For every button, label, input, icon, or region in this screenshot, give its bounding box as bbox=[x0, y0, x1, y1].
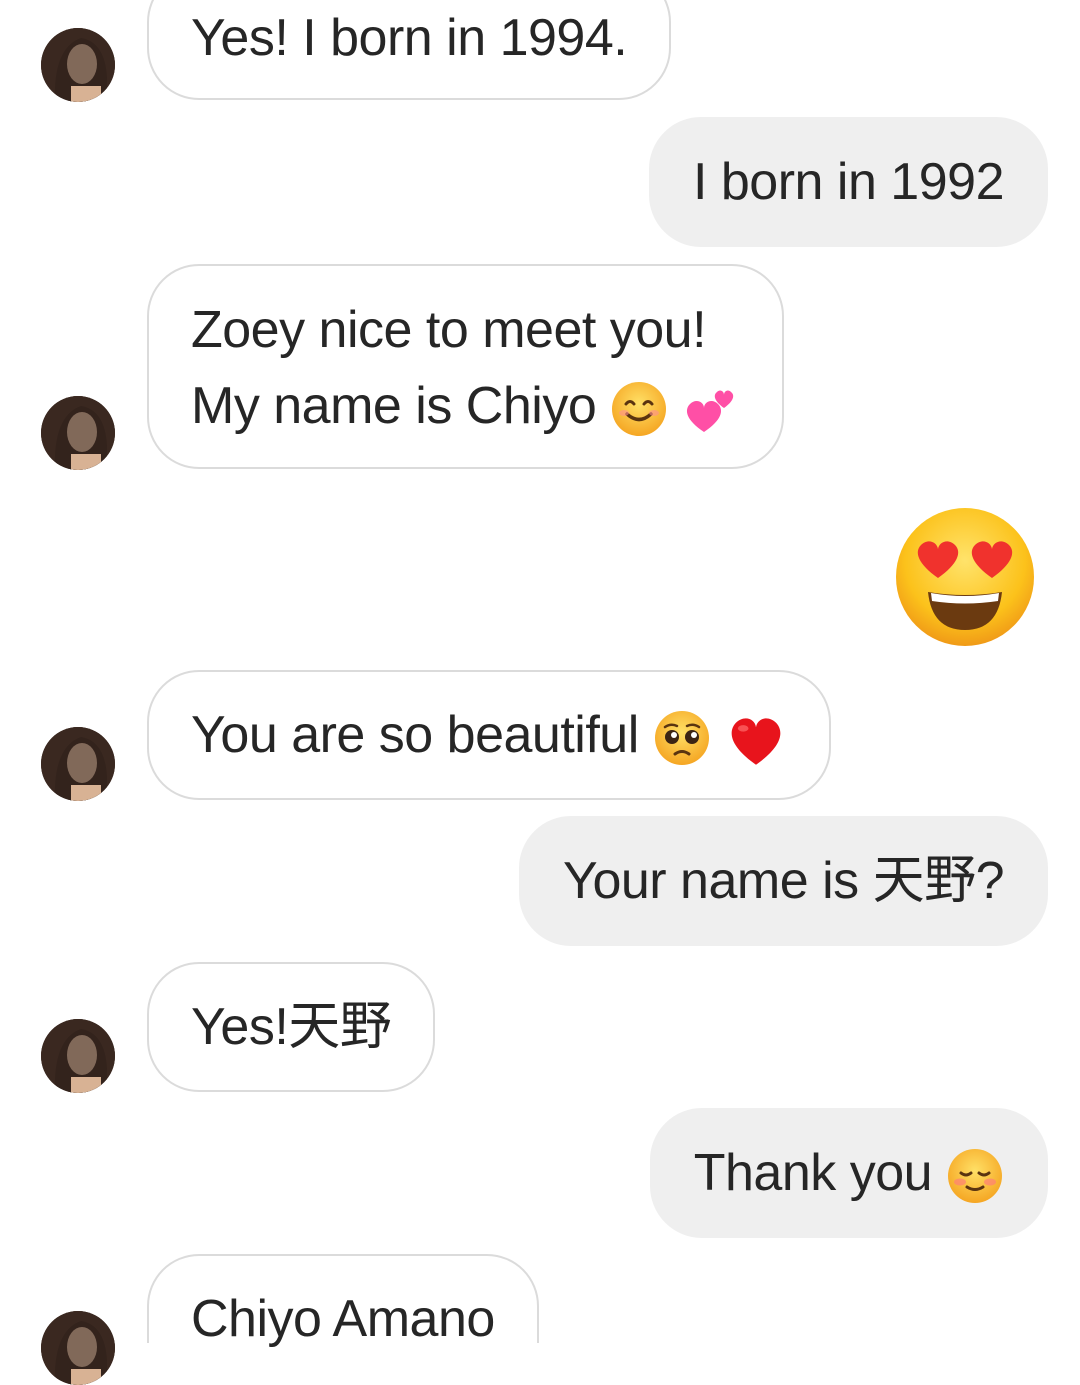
avatar[interactable] bbox=[41, 1019, 115, 1093]
message-bubble-outgoing[interactable]: Your name is 天野? bbox=[519, 816, 1048, 946]
message-bubble-incoming[interactable]: Chiyo Amano bbox=[147, 1254, 539, 1348]
message-bubble-incoming[interactable]: You are so beautiful bbox=[147, 670, 831, 800]
avatar[interactable] bbox=[41, 727, 115, 801]
red-heart-icon bbox=[731, 718, 781, 765]
message-text-line: My name is Chiyo bbox=[191, 377, 597, 435]
avatar[interactable] bbox=[41, 28, 115, 102]
smiling-blush-icon bbox=[948, 1149, 1002, 1204]
avatar[interactable] bbox=[41, 1311, 115, 1385]
pleading-face-icon bbox=[654, 711, 709, 766]
heart-eyes-icon[interactable] bbox=[894, 506, 1036, 648]
smiling-face-icon bbox=[612, 382, 667, 437]
message-bubble-outgoing[interactable]: I born in 1992 bbox=[648, 117, 1048, 247]
message-text-line: Zoey nice to meet you! bbox=[191, 301, 707, 359]
message-text: Thank you bbox=[693, 1144, 933, 1202]
message-bubble-incoming[interactable]: Yes!天野 bbox=[147, 962, 436, 1092]
message-text: Your name is 天野? bbox=[563, 852, 1004, 910]
message-bubble-outgoing[interactable]: Thank you bbox=[649, 1108, 1048, 1238]
two-hearts-icon bbox=[687, 390, 734, 433]
message-bubble-incoming[interactable]: Zoey nice to meet you! My name is Chiyo bbox=[147, 264, 785, 469]
message-text: I born in 1992 bbox=[692, 153, 1005, 211]
message-text: Yes!天野 bbox=[191, 998, 392, 1056]
message-text-line-with-emoji: My name is Chiyo bbox=[191, 368, 740, 444]
message-text: You are so beautiful bbox=[191, 706, 639, 764]
message-text: Yes! I born in 1994. bbox=[191, 9, 628, 67]
message-bubble-incoming[interactable]: Yes! I born in 1994. bbox=[147, 0, 672, 100]
message-text: Chiyo Amano bbox=[191, 1290, 495, 1348]
avatar[interactable] bbox=[41, 396, 115, 470]
